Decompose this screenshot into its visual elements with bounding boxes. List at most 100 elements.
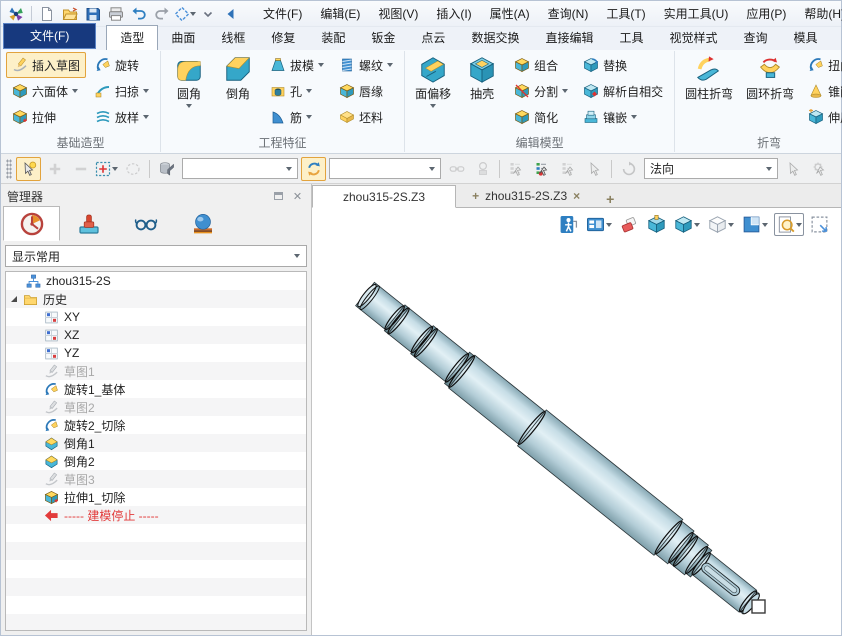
- manager-close-button[interactable]: ✕: [290, 189, 305, 203]
- menu-tools[interactable]: 工具(T): [597, 1, 654, 26]
- ribbon-tab-direct-edit[interactable]: 直接编辑: [532, 26, 606, 50]
- manager-tab-render[interactable]: [174, 207, 231, 241]
- close-tab-icon[interactable]: ×: [573, 189, 580, 203]
- manager-float-button[interactable]: [271, 189, 286, 203]
- selection-set-combo[interactable]: [329, 158, 441, 179]
- tree-item-plane-yz[interactable]: YZ: [6, 344, 306, 362]
- button-resolve-self-intersection[interactable]: 解析自相交: [577, 78, 669, 104]
- shaft-model[interactable]: [312, 208, 841, 635]
- button-stock[interactable]: 坯料: [333, 104, 399, 130]
- button-sweep[interactable]: 扫掠: [89, 78, 155, 104]
- menu-edit[interactable]: 编辑(E): [311, 1, 369, 26]
- ribbon-tab-assembly[interactable]: 装配: [308, 26, 358, 50]
- view-layout-button[interactable]: [740, 213, 770, 236]
- button-hole[interactable]: 孔: [264, 78, 330, 104]
- menu-view[interactable]: 视图(V): [369, 1, 427, 26]
- button-insert-sketch[interactable]: 插入草图: [6, 52, 86, 78]
- menu-file[interactable]: 文件(F): [254, 1, 311, 26]
- button-loft[interactable]: 放样: [89, 104, 155, 130]
- button-cylindrical-bend[interactable]: 圆柱折弯: [680, 52, 738, 104]
- tree-item-revolve2-cut[interactable]: 旋转2_切除: [6, 416, 306, 434]
- button-extrude[interactable]: 拉伸: [6, 104, 86, 130]
- button-thread[interactable]: 螺纹: [333, 52, 399, 78]
- manager-tab-history[interactable]: [3, 206, 60, 241]
- tree-expander-icon[interactable]: [11, 296, 17, 302]
- button-block[interactable]: 六面体: [6, 78, 86, 104]
- open-file-button[interactable]: [59, 4, 81, 24]
- shaded-display-button[interactable]: [672, 213, 702, 236]
- button-simplify[interactable]: 简化: [508, 104, 574, 130]
- pick-list-active-button[interactable]: [530, 157, 555, 181]
- menu-insert[interactable]: 插入(I): [427, 1, 480, 26]
- ribbon-tab-tools[interactable]: 工具: [606, 26, 656, 50]
- datum-display-button[interactable]: [645, 213, 668, 236]
- document-tab-doc-1[interactable]: zhou315-2S.Z3: [312, 185, 456, 208]
- customize-qat-button[interactable]: [197, 4, 219, 24]
- tree-item-chamfer2[interactable]: 倒角2: [6, 452, 306, 470]
- tree-item-root[interactable]: zhou315-2S: [6, 272, 306, 290]
- ribbon-tab-surface[interactable]: 曲面: [158, 26, 208, 50]
- tree-item-plane-xy[interactable]: XY: [6, 308, 306, 326]
- button-replace[interactable]: 替换: [577, 52, 669, 78]
- button-face-offset[interactable]: 面偏移: [410, 52, 456, 110]
- ribbon-tab-inquire[interactable]: 查询: [731, 26, 781, 50]
- ribbon-tab-mold[interactable]: 模具: [781, 26, 831, 50]
- animation-button[interactable]: [584, 213, 614, 236]
- menu-utilities[interactable]: 实用工具(U): [655, 1, 738, 26]
- new-tab-button[interactable]: +: [596, 191, 624, 207]
- box-pick-button[interactable]: [94, 157, 119, 181]
- button-inlay[interactable]: 镶嵌: [577, 104, 669, 130]
- save-file-button[interactable]: [82, 4, 104, 24]
- menu-inquire[interactable]: 查询(N): [539, 1, 598, 26]
- tree-item-plane-xz[interactable]: XZ: [6, 326, 306, 344]
- new-document-button[interactable]: [36, 4, 58, 24]
- tree-item-model-stop[interactable]: ----- 建模停止 -----: [6, 506, 306, 524]
- tree-item-sketch3[interactable]: 草图3: [6, 470, 306, 488]
- button-chamfer[interactable]: 倒角: [215, 52, 261, 104]
- menu-help[interactable]: 帮助(H): [795, 1, 842, 26]
- manager-tab-input[interactable]: [60, 207, 117, 241]
- zoom-mode-button[interactable]: [774, 213, 804, 236]
- auto-regen-button[interactable]: [301, 157, 326, 181]
- ribbon-tab-wireframe[interactable]: 线框: [208, 26, 258, 50]
- button-rib[interactable]: 筋: [264, 104, 330, 130]
- button-stretch[interactable]: 伸展: [802, 104, 842, 130]
- button-revolve[interactable]: 旋转: [89, 52, 155, 78]
- entity-filter-button[interactable]: [154, 157, 179, 181]
- erase-blank-button[interactable]: [618, 213, 641, 236]
- collapse-button[interactable]: [220, 4, 242, 24]
- button-shell[interactable]: 抽壳: [459, 52, 505, 104]
- tree-item-sketch1[interactable]: 草图1: [6, 362, 306, 380]
- model-viewport[interactable]: [312, 208, 841, 635]
- button-divide[interactable]: 分割: [508, 78, 574, 104]
- button-draft[interactable]: 拔模: [264, 52, 330, 78]
- wireframe-display-button[interactable]: [706, 213, 736, 236]
- menu-applications[interactable]: 应用(P): [737, 1, 795, 26]
- undo-button[interactable]: [128, 4, 150, 24]
- fit-all-button[interactable]: [808, 213, 831, 236]
- tree-item-history-folder[interactable]: 历史: [6, 290, 306, 308]
- tree-item-chamfer1[interactable]: 倒角1: [6, 434, 306, 452]
- ribbon-tab-point-cloud[interactable]: 点云: [408, 26, 458, 50]
- ribbon-tab-sheet-metal[interactable]: 钣金: [358, 26, 408, 50]
- direction-combo[interactable]: 法向: [644, 158, 778, 179]
- filter-combo[interactable]: [182, 158, 298, 179]
- ribbon-tab-repair[interactable]: 修复: [258, 26, 308, 50]
- tree-item-extrude1-cut[interactable]: 拉伸1_切除: [6, 488, 306, 506]
- button-twist[interactable]: 扭曲: [802, 52, 842, 78]
- button-taper[interactable]: 锥削: [802, 78, 842, 104]
- tree-item-revolve1-base[interactable]: 旋转1_基体: [6, 380, 306, 398]
- toolbar-drag-handle[interactable]: [6, 159, 12, 179]
- pick-target-button[interactable]: [174, 4, 196, 24]
- button-combine[interactable]: 组合: [508, 52, 574, 78]
- menu-attributes[interactable]: 属性(A): [481, 1, 539, 26]
- ribbon-tab-file[interactable]: 文件(F): [3, 23, 96, 49]
- ribbon-tab-shape[interactable]: 造型: [106, 25, 158, 50]
- tree-item-sketch2[interactable]: 草图2: [6, 398, 306, 416]
- display-filter-dropdown[interactable]: 显示常用: [5, 245, 307, 267]
- button-lip[interactable]: 唇缘: [333, 78, 399, 104]
- ribbon-tab-data-exchange[interactable]: 数据交换: [458, 26, 532, 50]
- button-toroidal-bend[interactable]: 圆环折弯: [741, 52, 799, 104]
- exit-part-button[interactable]: [557, 213, 580, 236]
- redo-button[interactable]: [151, 4, 173, 24]
